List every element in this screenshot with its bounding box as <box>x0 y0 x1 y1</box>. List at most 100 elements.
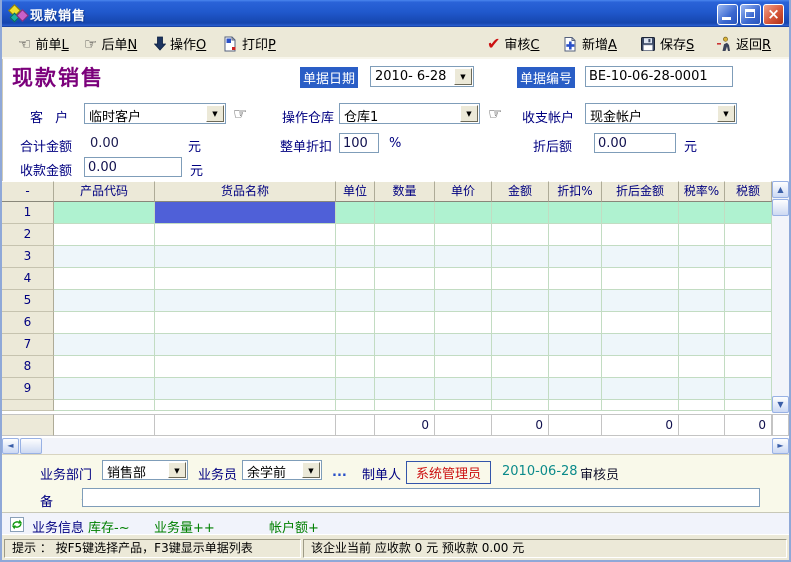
new-doc-button[interactable]: 新增A <box>560 33 619 54</box>
salesman-select[interactable]: 余学前 ▼ <box>242 460 322 480</box>
grid-cell-r9-c5[interactable] <box>435 378 492 400</box>
customer-picker-hand-icon[interactable]: ☞ <box>233 104 247 123</box>
grid-cell-r2-c10[interactable] <box>725 224 772 246</box>
grid-cell-r2-c8[interactable] <box>602 224 679 246</box>
grid-cell-r5-c9[interactable] <box>679 290 725 312</box>
remark-input[interactable] <box>82 488 760 507</box>
grid-cell-r8-c2[interactable] <box>155 356 336 378</box>
print-button[interactable]: 打印P <box>220 33 278 54</box>
chevron-down-icon[interactable]: ▼ <box>168 462 186 478</box>
grid-cell-r7-c6[interactable] <box>492 334 549 356</box>
grid-cell-r2-c6[interactable] <box>492 224 549 246</box>
grid-cell-r3-c9[interactable] <box>679 246 725 268</box>
row-number-4[interactable]: 4 <box>2 268 54 290</box>
grid-cell-r2-c4[interactable] <box>375 224 435 246</box>
grid-cell-r9-c3[interactable] <box>336 378 375 400</box>
grid-cell-r7-c5[interactable] <box>435 334 492 356</box>
row-number-8[interactable]: 8 <box>2 356 54 378</box>
grid-cell-r7-c4[interactable] <box>375 334 435 356</box>
column-header-5[interactable]: 单价 <box>435 181 492 202</box>
grid-cell-r7-c2[interactable] <box>155 334 336 356</box>
grid-cell-r4-c2[interactable] <box>155 268 336 290</box>
column-header-7[interactable]: 折扣% <box>549 181 602 202</box>
grid-cell-r2-c1[interactable] <box>54 224 155 246</box>
grid-cell-r2-c7[interactable] <box>549 224 602 246</box>
grid-cell-r4-c7[interactable] <box>549 268 602 290</box>
horizontal-scroll-thumb[interactable] <box>20 438 42 454</box>
grid-cell-r1-c5[interactable] <box>435 202 492 224</box>
grid-cell-r5-c10[interactable] <box>725 290 772 312</box>
grid-cell-r7-c9[interactable] <box>679 334 725 356</box>
grid-cell-r8-c6[interactable] <box>492 356 549 378</box>
grid-cell-r3-c7[interactable] <box>549 246 602 268</box>
grid-cell-r4-c9[interactable] <box>679 268 725 290</box>
column-header-2[interactable]: 货品名称 <box>155 181 336 202</box>
grid-cell-r4-c3[interactable] <box>336 268 375 290</box>
grid-cell-r5-c1[interactable] <box>54 290 155 312</box>
customer-select[interactable]: 临时客户 ▼ <box>84 103 226 124</box>
grid-cell-r8-c8[interactable] <box>602 356 679 378</box>
column-header-9[interactable]: 税率% <box>679 181 725 202</box>
column-header-6[interactable]: 金额 <box>492 181 549 202</box>
doc-no-input[interactable] <box>585 66 733 87</box>
column-header-10[interactable]: 税额 <box>725 181 772 202</box>
row-number-5[interactable]: 5 <box>2 290 54 312</box>
warehouse-select[interactable]: 仓库1 ▼ <box>339 103 480 124</box>
next-doc-button[interactable]: ☞ 后单N <box>82 33 139 54</box>
grid-cell-r3-c6[interactable] <box>492 246 549 268</box>
grid-cell-r1-c10[interactable] <box>725 202 772 224</box>
grid-cell-r2-c5[interactable] <box>435 224 492 246</box>
grid-cell-r4-c5[interactable] <box>435 268 492 290</box>
minimize-button[interactable] <box>717 4 738 25</box>
grid-cell-r6-c3[interactable] <box>336 312 375 334</box>
grid-cell-r6-c4[interactable] <box>375 312 435 334</box>
audit-button[interactable]: ✔ 审核C <box>485 33 542 54</box>
grid-cell-r7-c1[interactable] <box>54 334 155 356</box>
grid-cell-r6-c6[interactable] <box>492 312 549 334</box>
discount-input[interactable] <box>339 133 379 153</box>
grid-cell-r8-c4[interactable] <box>375 356 435 378</box>
grid-cell-r4-c4[interactable] <box>375 268 435 290</box>
grid-cell-r1-c7[interactable] <box>549 202 602 224</box>
grid-cell-r7-c3[interactable] <box>336 334 375 356</box>
row-number-3[interactable]: 3 <box>2 246 54 268</box>
grid-cell-r1-c8[interactable] <box>602 202 679 224</box>
return-button[interactable]: 返回R <box>714 33 773 54</box>
chevron-down-icon[interactable]: ▼ <box>302 462 320 478</box>
grid-cell-r9-c1[interactable] <box>54 378 155 400</box>
grid-cell-r8-c9[interactable] <box>679 356 725 378</box>
discounted-amount-input[interactable] <box>594 133 676 153</box>
row-number-2[interactable]: 2 <box>2 224 54 246</box>
grid-cell-r9-c2[interactable] <box>155 378 336 400</box>
grid-cell-r1-c4[interactable] <box>375 202 435 224</box>
grid-cell-r1-c9[interactable] <box>679 202 725 224</box>
column-header-1[interactable]: 产品代码 <box>54 181 155 202</box>
scroll-up-button[interactable]: ▲ <box>772 181 789 198</box>
grid-cell-r3-c3[interactable] <box>336 246 375 268</box>
received-amount-input[interactable] <box>84 157 182 177</box>
grid-cell-r5-c3[interactable] <box>336 290 375 312</box>
scroll-right-button[interactable]: ► <box>772 438 789 454</box>
grid-cell-r5-c8[interactable] <box>602 290 679 312</box>
row-number-9[interactable]: 9 <box>2 378 54 400</box>
grid-cell-r6-c2[interactable] <box>155 312 336 334</box>
more-button[interactable]: ... <box>332 465 347 480</box>
grid-cell-r9-c7[interactable] <box>549 378 602 400</box>
save-button[interactable]: 保存S <box>638 33 696 54</box>
doc-date-select[interactable]: 2010- 6-28 ▼ <box>370 66 474 87</box>
grid-cell-r6-c7[interactable] <box>549 312 602 334</box>
prev-doc-button[interactable]: ☜ 前单L <box>16 33 71 54</box>
grid-cell-r1-c1[interactable] <box>54 202 155 224</box>
grid-cell-r3-c8[interactable] <box>602 246 679 268</box>
grid-cell-r5-c4[interactable] <box>375 290 435 312</box>
grid-cell-r3-c10[interactable] <box>725 246 772 268</box>
scroll-left-button[interactable]: ◄ <box>2 438 19 454</box>
grid-cell-r6-c5[interactable] <box>435 312 492 334</box>
column-header-8[interactable]: 折后金额 <box>602 181 679 202</box>
grid-cell-r5-c2[interactable] <box>155 290 336 312</box>
maximize-button[interactable] <box>740 4 761 25</box>
grid-cell-r5-c6[interactable] <box>492 290 549 312</box>
department-select[interactable]: 销售部 ▼ <box>102 460 188 480</box>
grid-cell-r1-c6[interactable] <box>492 202 549 224</box>
grid-cell-r9-c9[interactable] <box>679 378 725 400</box>
